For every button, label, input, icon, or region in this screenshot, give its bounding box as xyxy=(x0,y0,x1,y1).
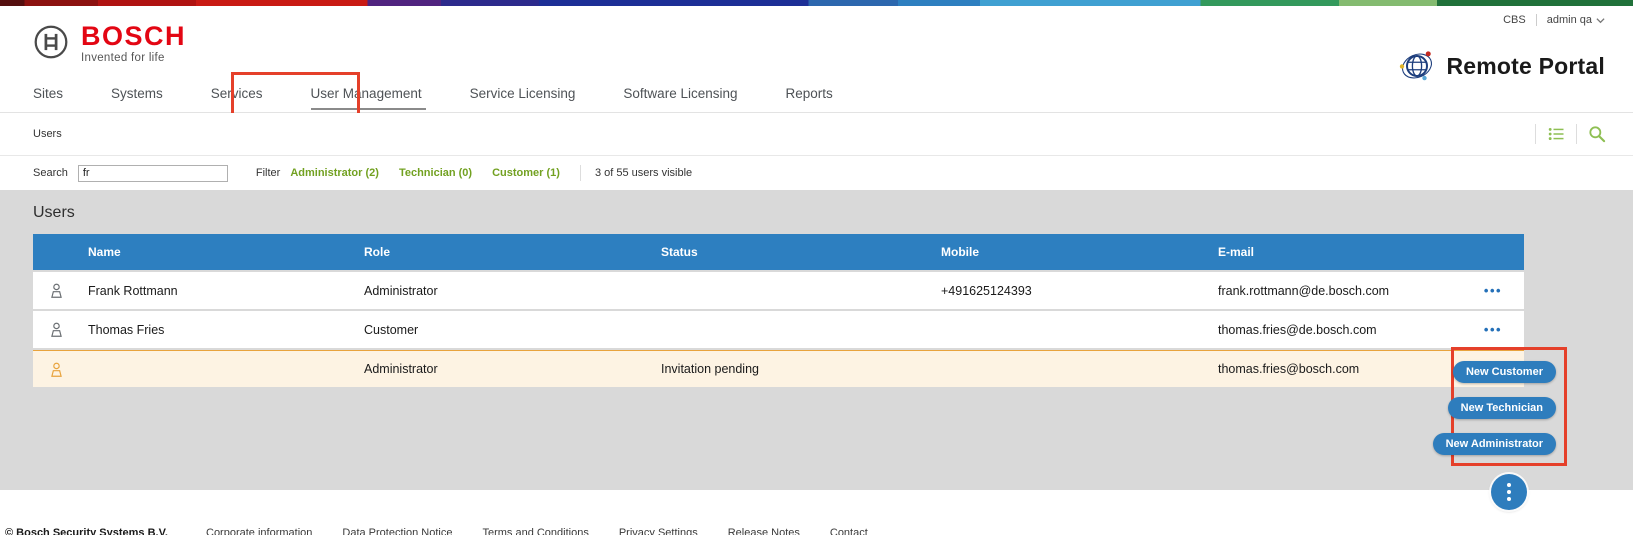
tab-systems[interactable]: Systems xyxy=(111,75,187,113)
list-view-icon[interactable] xyxy=(1546,124,1566,144)
chevron-down-icon xyxy=(1596,16,1605,25)
search-icon[interactable] xyxy=(1587,124,1607,144)
col-mobile: Mobile xyxy=(941,245,1218,259)
bosch-wordmark: BOSCH Invented for life xyxy=(81,22,186,64)
filter-label: Filter xyxy=(256,167,280,179)
search-input[interactable] xyxy=(78,165,228,182)
bosch-brand: BOSCH Invented for life xyxy=(33,22,186,64)
divider xyxy=(1576,124,1577,144)
more-options-button[interactable]: ••• xyxy=(1470,286,1524,296)
tab-reports[interactable]: Reports xyxy=(786,75,857,113)
divider xyxy=(1535,124,1536,144)
user-menu[interactable]: admin qa xyxy=(1536,14,1605,26)
breadcrumb-bar: Users xyxy=(0,113,1633,156)
tab-sites[interactable]: Sites xyxy=(33,75,87,113)
new-administrator-button[interactable]: New Administrator xyxy=(1433,433,1556,455)
tab-service-licensing[interactable]: Service Licensing xyxy=(470,75,600,113)
section-title: Users xyxy=(33,202,1633,224)
view-icons xyxy=(1535,124,1607,144)
user-name: admin qa xyxy=(1547,14,1592,26)
user-email: frank.rottmann@de.bosch.com xyxy=(1218,284,1470,298)
breadcrumb: Users xyxy=(33,128,62,140)
col-role: Role xyxy=(364,245,661,259)
table-header-row: Name Role Status Mobile E-mail xyxy=(33,234,1524,270)
users-section: Users Name Role Status Mobile E-mail Fra… xyxy=(0,190,1633,490)
new-customer-button[interactable]: New Customer xyxy=(1453,361,1556,383)
main-nav: Sites Systems Services User Management S… xyxy=(0,75,1633,113)
user-role: Customer xyxy=(364,323,661,337)
col-status: Status xyxy=(661,245,941,259)
search-filter-toolbar: Search Filter Administrator (2) Technici… xyxy=(0,156,1633,190)
footer-link-terms-and-conditions[interactable]: Terms and Conditions xyxy=(482,527,588,535)
footer-link-privacy-settings[interactable]: Privacy Settings xyxy=(619,527,698,535)
col-name: Name xyxy=(88,245,364,259)
filter-customer[interactable]: Customer (1) xyxy=(492,167,560,179)
footer-link-data-protection-notice[interactable]: Data Protection Notice xyxy=(342,527,452,535)
table-row[interactable]: Thomas Fries Customer thomas.fries@de.bo… xyxy=(33,311,1524,348)
footer-link-corporate-information[interactable]: Corporate information xyxy=(206,527,312,535)
new-user-actions: New Customer New Technician New Administ… xyxy=(1433,361,1556,455)
bosch-name: BOSCH xyxy=(81,22,186,50)
more-options-button[interactable]: ••• xyxy=(1470,325,1524,335)
user-role: Administrator xyxy=(364,362,661,376)
tab-user-management[interactable]: User Management xyxy=(311,75,446,113)
user-name: Frank Rottmann xyxy=(88,284,364,298)
org-label: CBS xyxy=(1503,14,1536,26)
divider xyxy=(580,165,581,181)
footer: © Bosch Security Systems B.V. Corporate … xyxy=(0,490,1633,535)
header: BOSCH Invented for life CBS admin qa xyxy=(0,6,1633,113)
filter-administrator[interactable]: Administrator (2) xyxy=(290,167,379,179)
copyright: © Bosch Security Systems B.V. xyxy=(5,527,168,535)
person-icon xyxy=(47,320,66,339)
tab-services[interactable]: Services xyxy=(211,75,287,113)
bosch-tagline: Invented for life xyxy=(81,52,186,64)
user-name: Thomas Fries xyxy=(88,323,364,337)
bosch-logo-icon xyxy=(33,24,69,60)
col-email: E-mail xyxy=(1218,245,1470,259)
user-mobile: +491625124393 xyxy=(941,284,1218,298)
table-row-pending[interactable]: Administrator Invitation pending thomas.… xyxy=(33,350,1524,387)
kebab-menu-icon xyxy=(1507,483,1511,487)
person-icon xyxy=(47,281,66,300)
user-role: Administrator xyxy=(364,284,661,298)
user-status: Invitation pending xyxy=(661,362,941,376)
remote-portal-app: BOSCH Invented for life CBS admin qa xyxy=(0,0,1633,535)
top-user-bar: CBS admin qa xyxy=(1503,14,1605,26)
filter-technician[interactable]: Technician (0) xyxy=(399,167,472,179)
tab-software-licensing[interactable]: Software Licensing xyxy=(623,75,761,113)
table-row[interactable]: Frank Rottmann Administrator +4916251243… xyxy=(33,272,1524,309)
footer-links-row: © Bosch Security Systems B.V. Corporate … xyxy=(5,527,898,535)
fab-kebab-menu-button[interactable] xyxy=(1491,474,1527,510)
search-label: Search xyxy=(33,167,68,179)
footer-link-release-notes[interactable]: Release Notes xyxy=(728,527,800,535)
footer-link-contact[interactable]: Contact xyxy=(830,527,868,535)
visible-users-summary: 3 of 55 users visible xyxy=(595,167,692,179)
user-email: thomas.fries@de.bosch.com xyxy=(1218,323,1470,337)
new-technician-button[interactable]: New Technician xyxy=(1448,397,1556,419)
person-icon xyxy=(47,360,66,379)
users-table: Name Role Status Mobile E-mail Frank Rot… xyxy=(33,234,1524,387)
